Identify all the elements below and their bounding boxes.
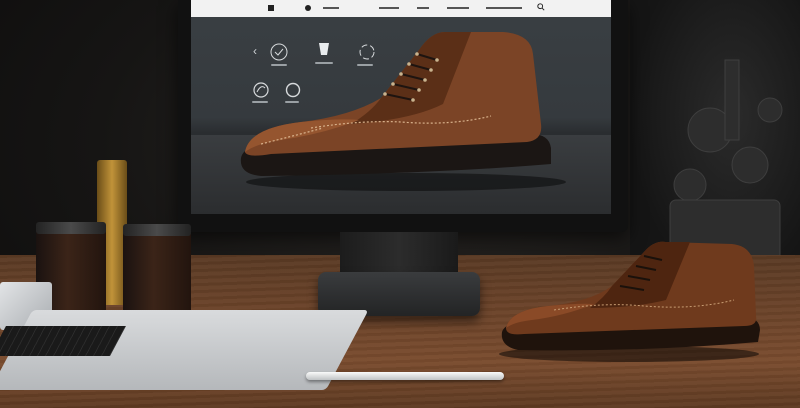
website-navbar xyxy=(191,0,611,17)
jar-lid-left xyxy=(36,222,106,234)
monitor-screen: ‹ xyxy=(191,0,611,214)
featured-boot-image[interactable] xyxy=(231,24,571,194)
leather-boot-on-desk xyxy=(499,241,760,362)
search-icon[interactable] xyxy=(537,3,545,11)
desk-scene: ‹ xyxy=(0,0,800,408)
navbar-text-marks xyxy=(323,7,522,9)
laptop[interactable] xyxy=(0,300,369,408)
pen xyxy=(306,372,504,380)
jar-lid-right xyxy=(123,224,191,236)
laptop-keyboard[interactable] xyxy=(0,326,126,356)
